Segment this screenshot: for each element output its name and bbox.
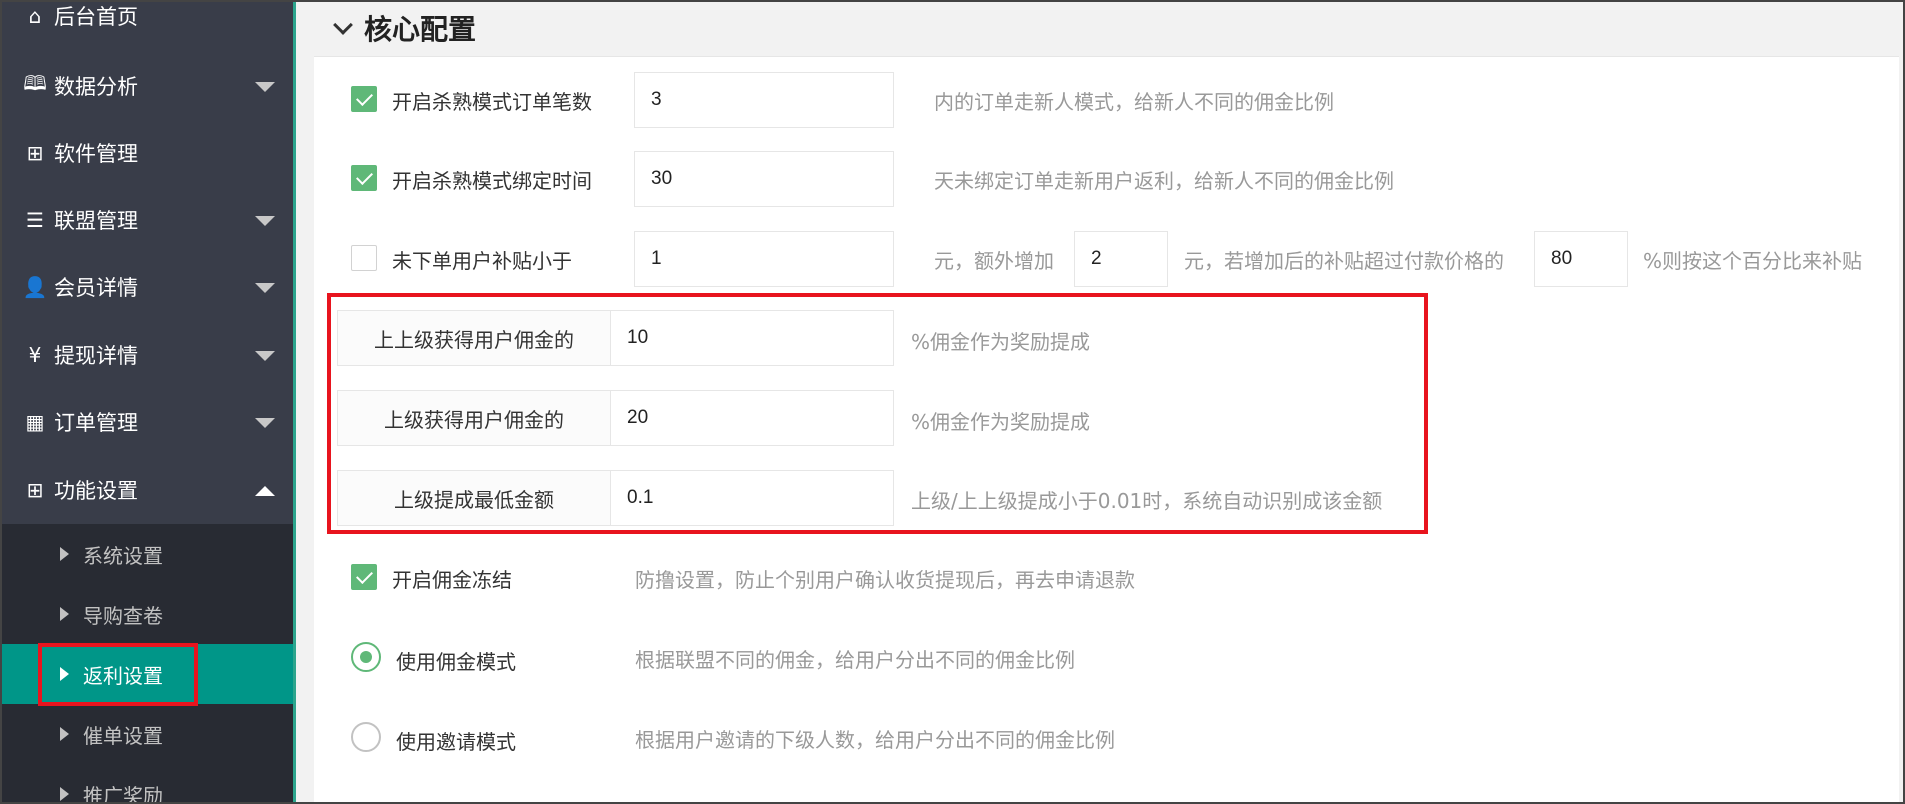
sidebar-submenu: 系统设置 导购查卷 返利设置 催单设置 推广奖励 <box>0 524 293 804</box>
commission-mode-hint: 根据联盟不同的佣金，给用户分出不同的佣金比例 <box>635 648 1075 672</box>
subsidy-percent-input[interactable]: 80 <box>1534 231 1628 287</box>
sidebar-subitem-rebate-settings[interactable]: 返利设置 <box>0 644 293 704</box>
invite-mode-label: 使用邀请模式 <box>396 730 516 754</box>
subsidy-extra-input[interactable]: 2 <box>1074 231 1168 287</box>
sidebar-subitem-reminder-settings[interactable]: 催单设置 <box>0 704 293 764</box>
grand-commission-input[interactable]: 10 <box>610 310 894 366</box>
caret-right-icon <box>60 727 69 741</box>
sidebar-item-alliance[interactable]: ☰ 联盟管理 <box>0 186 293 253</box>
subsidy-text-1: 元，额外增加 <box>934 249 1054 273</box>
sidebar-item-orders[interactable]: ▦ 订单管理 <box>0 388 293 455</box>
subsidy-threshold-input[interactable]: 1 <box>634 231 894 287</box>
subsidy-text-2: 元，若增加后的补贴超过付款价格的 <box>1184 249 1504 273</box>
killer-time-checkbox[interactable] <box>351 165 377 191</box>
grand-commission-label: 上上级获得用户佣金的 <box>337 310 611 366</box>
chevron-down-icon <box>255 215 275 226</box>
sidebar-item-data-analysis[interactable]: 🕮 数据分析 <box>0 52 293 119</box>
caret-right-icon <box>60 667 69 681</box>
panel-header[interactable]: 核心配置 <box>314 0 1899 57</box>
sidebar-subitem-system-settings[interactable]: 系统设置 <box>0 524 293 584</box>
grid-icon: ▦ <box>25 409 45 434</box>
sidebar-subitem-label: 催单设置 <box>83 723 163 748</box>
sidebar-item-label: 订单管理 <box>54 410 138 435</box>
killer-time-hint: 天未绑定订单走新用户返利，给新人不同的佣金比例 <box>934 169 1394 193</box>
caret-right-icon <box>60 787 69 801</box>
subsidy-label: 未下单用户补贴小于 <box>392 249 572 273</box>
sidebar-item-label: 功能设置 <box>54 478 138 503</box>
chevron-down-icon <box>255 282 275 293</box>
sidebar-item-label: 数据分析 <box>54 74 138 99</box>
sidebar-subitem-label: 系统设置 <box>83 543 163 568</box>
sidebar-item-label: 软件管理 <box>54 141 138 166</box>
killer-time-input[interactable]: 30 <box>634 151 894 207</box>
subsidy-text-3: %则按这个百分比来补贴 <box>1643 249 1863 273</box>
sidebar-subitem-label: 返利设置 <box>83 663 163 688</box>
sidebar-item-software[interactable]: ⊞ 软件管理 <box>0 119 293 186</box>
panel-title: 核心配置 <box>364 13 477 46</box>
freeze-checkbox[interactable] <box>351 564 377 590</box>
parent-commission-hint: %佣金作为奖励提成 <box>911 410 1091 434</box>
chevron-up-icon <box>255 485 275 496</box>
commission-mode-label: 使用佣金模式 <box>396 650 516 674</box>
killer-orders-hint: 内的订单走新人模式，给新人不同的佣金比例 <box>934 90 1334 114</box>
home-icon: ⌂ <box>28 3 42 28</box>
apps-icon: ⊞ <box>26 477 44 502</box>
min-amount-label: 上级提成最低金额 <box>337 470 611 526</box>
sidebar-item-label: 会员详情 <box>54 275 138 300</box>
apps-icon: ⊞ <box>26 140 44 165</box>
subsidy-checkbox[interactable] <box>351 245 377 271</box>
killer-orders-label: 开启杀熟模式订单笔数 <box>392 90 592 114</box>
killer-time-label: 开启杀熟模式绑定时间 <box>392 169 592 193</box>
invite-mode-radio[interactable] <box>351 722 381 752</box>
sidebar-item-members[interactable]: 👤 会员详情 <box>0 253 293 320</box>
sidebar-item-label: 后台首页 <box>54 4 138 29</box>
chevron-down-icon <box>255 350 275 361</box>
freeze-hint: 防撸设置，防止个别用户确认收货提现后，再去申请退款 <box>635 568 1135 592</box>
parent-commission-input[interactable]: 20 <box>610 390 894 446</box>
chevron-down-icon <box>255 81 275 92</box>
sidebar-item-label: 联盟管理 <box>54 208 138 233</box>
sidebar-item-home[interactable]: ⌂ 后台首页 <box>0 0 293 49</box>
chevron-down-icon <box>255 417 275 428</box>
freeze-label: 开启佣金冻结 <box>392 568 512 592</box>
list-icon: ☰ <box>26 207 44 232</box>
sidebar: ⌂ 后台首页 🕮 数据分析 ⊞ 软件管理 ☰ 联盟管理 👤 会员详情 ¥ 提现详… <box>0 0 296 804</box>
killer-orders-checkbox[interactable] <box>351 86 377 112</box>
sidebar-subitem-guide-search[interactable]: 导购查卷 <box>0 584 293 644</box>
sidebar-item-features[interactable]: ⊞ 功能设置 <box>0 456 293 523</box>
grand-commission-hint: %佣金作为奖励提成 <box>911 330 1091 354</box>
sidebar-item-withdraw[interactable]: ¥ 提现详情 <box>0 321 293 388</box>
caret-right-icon <box>60 607 69 621</box>
user-icon: 👤 <box>22 274 48 299</box>
caret-right-icon <box>60 547 69 561</box>
invite-mode-hint: 根据用户邀请的下级人数，给用户分出不同的佣金比例 <box>635 728 1115 752</box>
sidebar-item-label: 提现详情 <box>54 343 138 368</box>
killer-orders-input[interactable]: 3 <box>634 72 894 128</box>
parent-commission-label: 上级获得用户佣金的 <box>337 390 611 446</box>
sidebar-subitem-label: 导购查卷 <box>83 603 163 628</box>
sidebar-subitem-label: 推广奖励 <box>83 783 163 804</box>
chevron-down-icon <box>333 15 353 35</box>
book-icon: 🕮 <box>23 70 47 95</box>
min-amount-input[interactable]: 0.1 <box>610 470 894 526</box>
min-amount-hint: 上级/上上级提成小于0.01时，系统自动识别成该金额 <box>911 489 1383 513</box>
commission-mode-radio[interactable] <box>351 642 381 672</box>
sidebar-subitem-promotion-reward[interactable]: 推广奖励 <box>0 764 293 804</box>
yen-icon: ¥ <box>28 342 42 367</box>
